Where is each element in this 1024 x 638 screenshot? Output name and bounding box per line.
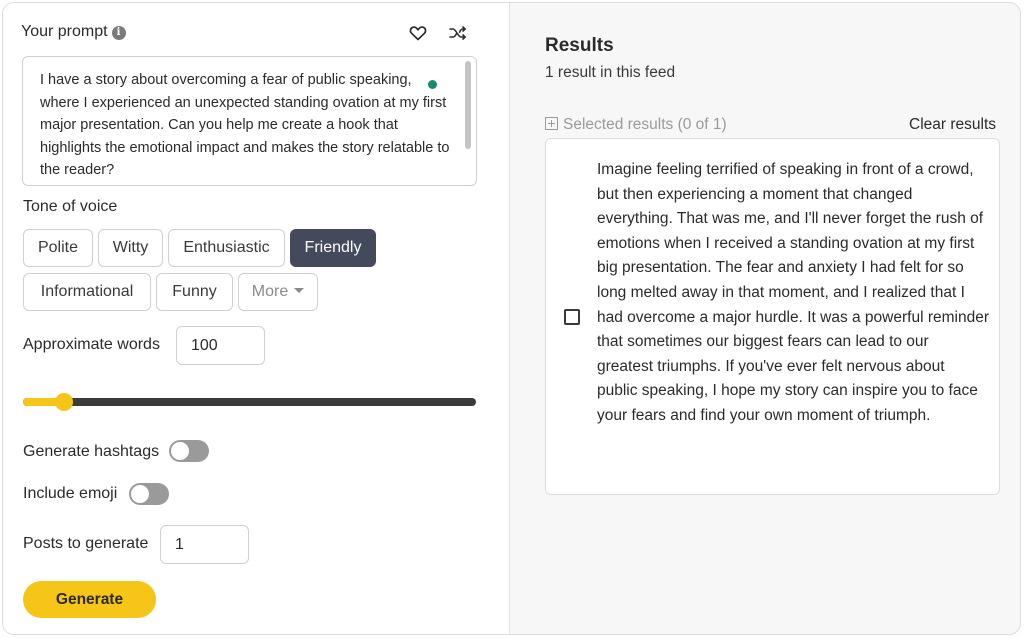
- chevron-down-icon: [294, 288, 305, 293]
- words-slider-track[interactable]: [23, 398, 476, 406]
- generate-button[interactable]: Generate: [23, 581, 156, 618]
- emoji-toggle[interactable]: [129, 483, 169, 505]
- emoji-label: Include emoji: [23, 485, 118, 502]
- more-label: More: [251, 283, 289, 300]
- words-slider-thumb[interactable]: [54, 393, 73, 411]
- prompt-textarea-container: I have a story about overcoming a fear o…: [22, 56, 477, 186]
- prompt-scrollbar[interactable]: [465, 61, 471, 149]
- prompt-label: Your prompt: [21, 23, 108, 40]
- toggle-knob: [131, 485, 149, 503]
- tone-chip-polite[interactable]: Polite: [23, 229, 93, 267]
- selected-results[interactable]: Selected results (0 of 1): [545, 116, 727, 134]
- tone-chip-funny[interactable]: Funny: [156, 273, 233, 311]
- hashtags-toggle[interactable]: [169, 440, 209, 462]
- tone-more-dropdown[interactable]: More: [238, 273, 318, 311]
- app-frame: Your prompt i I have a story about overco…: [2, 2, 1021, 635]
- tone-chip-informational[interactable]: Informational: [23, 273, 151, 311]
- words-input[interactable]: [176, 326, 265, 365]
- tone-label: Tone of voice: [23, 198, 118, 215]
- grammar-check-indicator[interactable]: [428, 80, 437, 89]
- info-icon[interactable]: i: [111, 26, 126, 40]
- result-card: Imagine feeling terrified of speaking in…: [545, 138, 1000, 495]
- clear-results-button[interactable]: Clear results: [909, 116, 996, 134]
- hashtags-label: Generate hashtags: [23, 443, 160, 460]
- favorite-heart-icon[interactable]: [408, 23, 428, 43]
- tone-chip-witty[interactable]: Witty: [98, 229, 163, 267]
- results-count: 1 result in this feed: [545, 64, 676, 81]
- posts-label: Posts to generate: [23, 535, 149, 552]
- result-text: Imagine feeling terrified of speaking in…: [597, 161, 989, 424]
- prompt-header: Your prompt i: [21, 21, 476, 45]
- result-checkbox[interactable]: [564, 309, 580, 325]
- prompt-textarea[interactable]: I have a story about overcoming a fear o…: [40, 69, 452, 181]
- results-title: Results: [545, 35, 614, 56]
- tone-chip-enthusiastic[interactable]: Enthusiastic: [168, 229, 285, 267]
- results-panel: Results 1 result in this feed Selected r…: [509, 3, 1020, 634]
- posts-input[interactable]: [160, 525, 249, 564]
- settings-panel: Your prompt i I have a story about overco…: [3, 3, 509, 634]
- shuffle-icon[interactable]: [448, 23, 468, 43]
- tone-chip-friendly[interactable]: Friendly: [290, 229, 376, 267]
- plus-square-icon: [545, 117, 558, 130]
- toggle-knob: [171, 442, 189, 460]
- words-label: Approximate words: [23, 336, 160, 353]
- selected-results-label: Selected results (0 of 1): [563, 116, 727, 133]
